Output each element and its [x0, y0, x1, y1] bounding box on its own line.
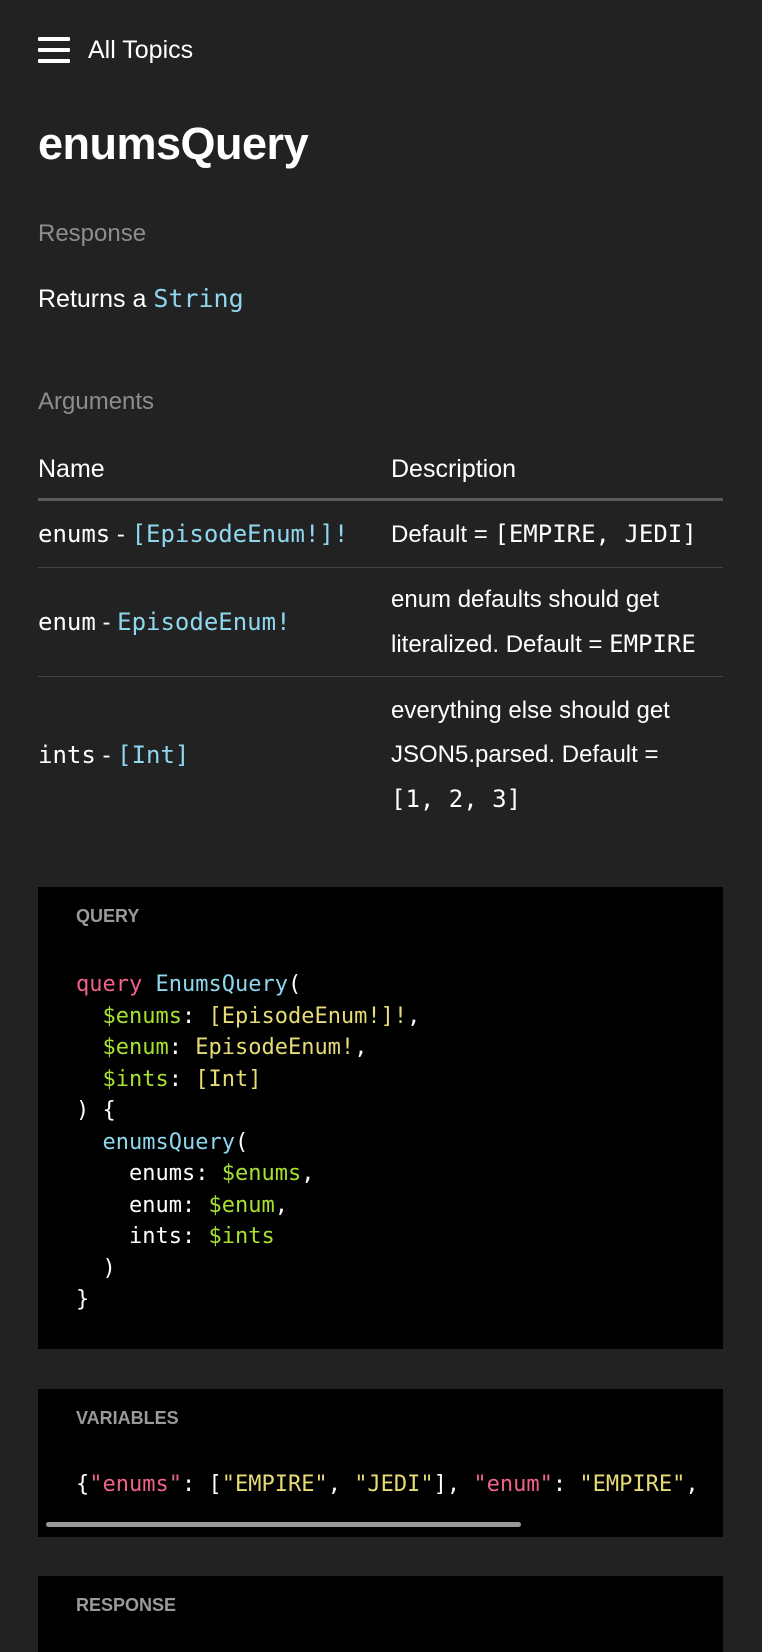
variables-header: VARIABLES	[76, 1408, 179, 1428]
description-text: Default =	[391, 520, 488, 548]
returns-line: Returns a String	[38, 284, 244, 314]
query-code: query EnumsQuery( $enums: [EpisodeEnum!]…	[76, 972, 421, 1312]
argument-description: enum defaults should get literalized. De…	[391, 578, 723, 667]
default-value: EMPIRE	[609, 629, 696, 658]
argument-name-text: enum	[38, 607, 96, 636]
response-header: RESPONSE	[76, 1595, 177, 1615]
description-line: everything else should get	[391, 697, 670, 724]
description-line: literalized. Default = EMPIRE	[391, 622, 723, 667]
arguments-table: Name Description enums - [EpisodeEnum!]!…	[38, 440, 723, 833]
hamburger-menu-icon[interactable]	[38, 37, 70, 63]
table-row: enum - EpisodeEnum! enum defaults should…	[38, 568, 723, 677]
table-header: Name Description	[38, 440, 723, 501]
default-value: [EMPIRE, JEDI]	[494, 519, 697, 548]
return-type-link[interactable]: String	[153, 284, 243, 313]
page-title: enumsQuery	[38, 118, 309, 169]
argument-type-link[interactable]: [EpisodeEnum!]!	[132, 520, 349, 548]
response-label: Response	[38, 220, 147, 247]
argument-type-link[interactable]: EpisodeEnum!	[117, 608, 290, 636]
table-row: enums - [EpisodeEnum!]! Default = [EMPIR…	[38, 501, 723, 568]
arguments-label: Arguments	[38, 388, 155, 415]
table-row: ints - [Int] everything else should get …	[38, 677, 723, 833]
argument-name-text: ints	[38, 740, 96, 769]
horizontal-scrollbar[interactable]	[46, 1522, 521, 1527]
argument-type-link[interactable]: [Int]	[117, 741, 189, 769]
description-text: literalized. Default =	[391, 630, 603, 658]
description-line: enum defaults should get	[391, 585, 660, 613]
column-header-name: Name	[38, 454, 105, 483]
query-code-block: QUERY query EnumsQuery( $enums: [Episode…	[38, 887, 723, 1349]
top-bar: All Topics	[38, 30, 193, 70]
argument-name: enum - EpisodeEnum!	[38, 607, 291, 636]
argument-description: everything else should get JSON5.parsed.…	[391, 689, 723, 821]
returns-prefix: Returns a	[38, 285, 147, 313]
query-header: QUERY	[76, 906, 140, 926]
description-line: JSON5.parsed. Default =	[391, 741, 659, 768]
argument-name: enums - [EpisodeEnum!]!	[38, 519, 349, 548]
argument-name: ints - [Int]	[38, 740, 190, 769]
response-code-block: RESPONSE	[38, 1576, 723, 1652]
all-topics-link[interactable]: All Topics	[88, 36, 193, 65]
default-value: [1, 2, 3]	[391, 785, 522, 813]
argument-name-text: enums	[38, 519, 111, 548]
column-header-description: Description	[391, 454, 517, 483]
argument-description: Default = [EMPIRE, JEDI]	[391, 512, 723, 557]
variables-code: {"enums": ["EMPIRE", "JEDI"], "enum": "E…	[76, 1472, 699, 1497]
variables-code-block[interactable]: VARIABLES {"enums": ["EMPIRE", "JEDI"], …	[38, 1389, 723, 1537]
